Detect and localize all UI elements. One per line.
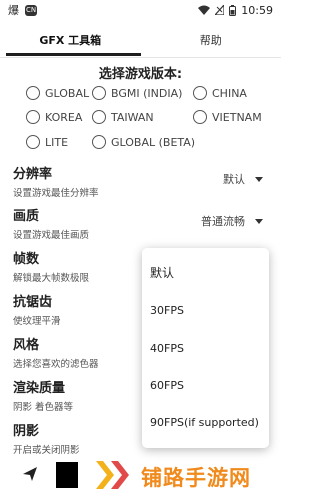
radio-label: TAIWAN bbox=[111, 110, 154, 124]
radio-circle-icon bbox=[193, 110, 207, 124]
tab-bar: GFX 工具箱 帮助 bbox=[0, 22, 281, 58]
fps-option-30[interactable]: 30FPS bbox=[150, 304, 184, 317]
radio-circle-icon bbox=[92, 86, 106, 100]
status-left: 爆 CN bbox=[8, 3, 37, 17]
fps-option-default[interactable]: 默认 bbox=[150, 264, 174, 281]
tab-divider bbox=[0, 57, 281, 58]
select-value: 普通流畅 bbox=[201, 215, 245, 228]
radio-label: CHINA bbox=[212, 86, 247, 100]
status-bar: 爆 CN 10:59 bbox=[0, 0, 281, 20]
radio-label: BGMI (INDIA) bbox=[111, 86, 183, 100]
radio-circle-icon bbox=[26, 135, 40, 149]
radio-global[interactable]: GLOBAL bbox=[26, 86, 89, 100]
radio-label: GLOBAL bbox=[45, 86, 90, 100]
radio-label: GLOBAL (BETA) bbox=[111, 135, 196, 149]
radio-vietnam[interactable]: VIETNAM bbox=[193, 110, 262, 124]
radio-circle-icon bbox=[92, 135, 106, 149]
radio-circle-icon bbox=[92, 110, 106, 124]
fps-option-60[interactable]: 60FPS bbox=[150, 379, 184, 392]
watermark-text: 铺路手游网 bbox=[141, 466, 251, 490]
select-value: 默认 bbox=[223, 173, 245, 186]
radio-circle-icon bbox=[193, 86, 207, 100]
version-section-title: 选择游戏版本: bbox=[98, 67, 183, 82]
setting-desc: 设置游戏最佳画质 bbox=[13, 230, 90, 241]
setting-graphics[interactable]: 画质 设置游戏最佳画质 普通流畅 bbox=[13, 205, 263, 241]
radio-china[interactable]: CHINA bbox=[193, 86, 247, 100]
dropdown-arrow-icon bbox=[255, 176, 263, 182]
setting-desc: 设置游戏最佳分辨率 bbox=[13, 188, 99, 199]
resolution-select[interactable]: 默认 bbox=[223, 171, 263, 187]
radio-bgmi-india[interactable]: BGMI (INDIA) bbox=[92, 86, 182, 100]
chat-badge-icon: CN bbox=[25, 4, 37, 16]
bottom-bar: 铺路手游网 bbox=[0, 452, 281, 500]
radio-label: KOREA bbox=[45, 110, 83, 124]
dropdown-arrow-icon bbox=[255, 218, 263, 224]
radio-label: VIETNAM bbox=[212, 110, 262, 124]
tab-help[interactable]: 帮助 bbox=[141, 22, 282, 58]
fps-dropdown-menu: 默认 30FPS 40FPS 60FPS 90FPS(if supported) bbox=[142, 248, 269, 448]
radio-lite[interactable]: LITE bbox=[26, 135, 68, 149]
radio-global-beta[interactable]: GLOBAL (BETA) bbox=[92, 135, 195, 149]
radio-circle-icon bbox=[26, 110, 40, 124]
battery-icon bbox=[229, 4, 237, 16]
status-right: 10:59 bbox=[198, 4, 273, 17]
radio-label: LITE bbox=[45, 135, 69, 149]
fps-option-90[interactable]: 90FPS(if supported) bbox=[150, 416, 259, 429]
radio-korea[interactable]: KOREA bbox=[26, 110, 82, 124]
app-glyph-icon: 爆 bbox=[8, 3, 19, 17]
tab-gfx-toolbox[interactable]: GFX 工具箱 bbox=[0, 22, 141, 58]
black-block bbox=[56, 462, 78, 488]
send-icon[interactable] bbox=[22, 466, 38, 482]
no-signal-icon bbox=[215, 5, 225, 15]
setting-resolution[interactable]: 分辨率 设置游戏最佳分辨率 默认 bbox=[13, 163, 263, 199]
radio-circle-icon bbox=[26, 86, 40, 100]
fps-option-40[interactable]: 40FPS bbox=[150, 342, 184, 355]
graphics-select[interactable]: 普通流畅 bbox=[201, 213, 263, 229]
radio-taiwan[interactable]: TAIWAN bbox=[92, 110, 154, 124]
wifi-icon bbox=[198, 5, 211, 15]
status-time: 10:59 bbox=[241, 3, 273, 17]
watermark-logo-icon bbox=[96, 461, 129, 489]
